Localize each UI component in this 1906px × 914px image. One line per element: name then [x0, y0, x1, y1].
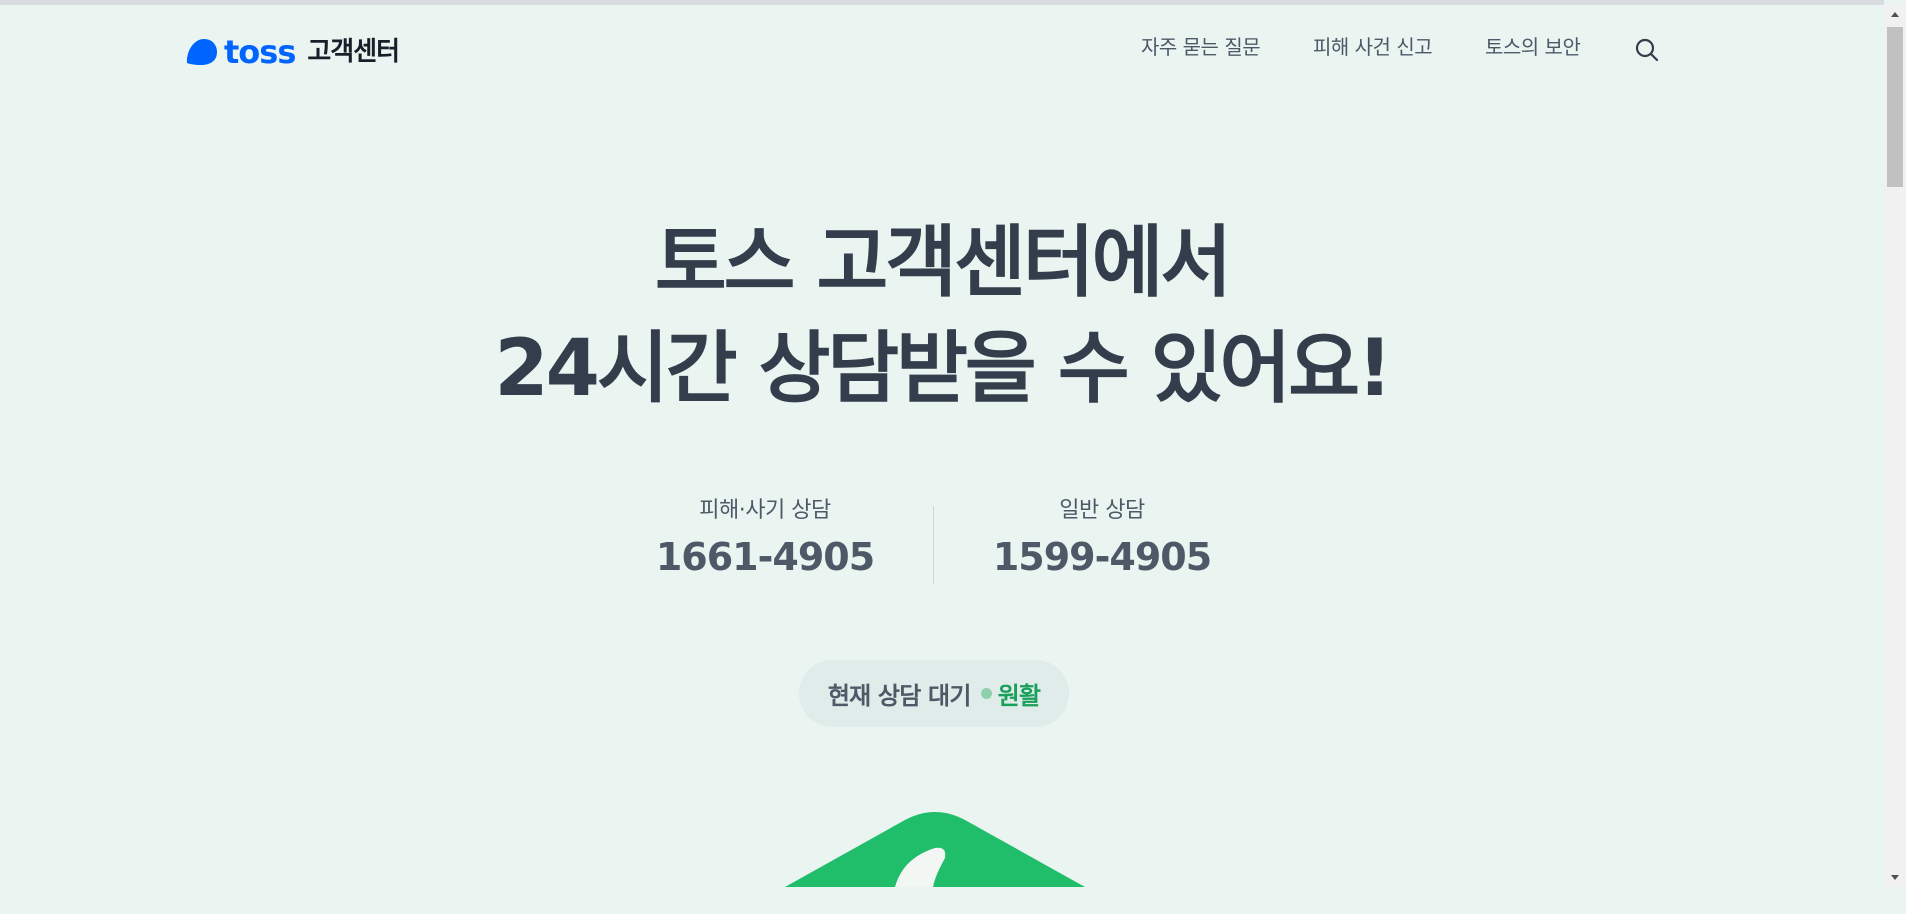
scroll-down-arrow-icon[interactable] — [1884, 867, 1906, 887]
toss-logo-icon — [184, 37, 218, 67]
hero-line-2: 24시간 상담받을 수 있어요! — [494, 324, 1392, 414]
search-icon[interactable] — [1634, 37, 1660, 63]
wait-status-badge: 현재 상담 대기 원활 — [799, 660, 1069, 727]
scrollbar-thumb[interactable] — [1887, 27, 1903, 187]
hero-line-1: 토스 고객센터에서 — [654, 218, 1232, 308]
contact-general-label: 일반 상담 — [1059, 498, 1145, 523]
contact-fraud: 피해·사기 상담 1661-4905 — [625, 495, 905, 581]
logo-subtitle: 고객센터 — [307, 37, 400, 67]
nav-security[interactable]: 토스의 보안 — [1485, 33, 1581, 61]
contact-general: 일반 상담 1599-4905 — [962, 495, 1242, 581]
nav-faq[interactable]: 자주 묻는 질문 — [1141, 33, 1261, 61]
status-dot-icon — [980, 688, 992, 699]
contact-fraud-number[interactable]: 1661-4905 — [625, 533, 905, 581]
toss-app-icon — [785, 810, 1085, 910]
contact-fraud-label: 피해·사기 상담 — [699, 498, 831, 523]
contact-general-number[interactable]: 1599-4905 — [962, 533, 1242, 581]
wait-status-value: 원활 — [997, 682, 1041, 710]
contact-divider — [933, 506, 934, 584]
nav-report-damage[interactable]: 피해 사건 신고 — [1313, 33, 1433, 61]
logo-wordmark: toss — [224, 33, 296, 71]
scroll-up-arrow-icon[interactable] — [1884, 5, 1906, 25]
site-header: toss 고객센터 자주 묻는 질문 피해 사건 신고 토스의 보안 — [0, 5, 1884, 91]
wait-status-label: 현재 상담 대기 — [827, 682, 972, 710]
page-scrollbar[interactable] — [1884, 5, 1906, 887]
toss-logo[interactable]: toss 고객센터 — [184, 32, 400, 72]
